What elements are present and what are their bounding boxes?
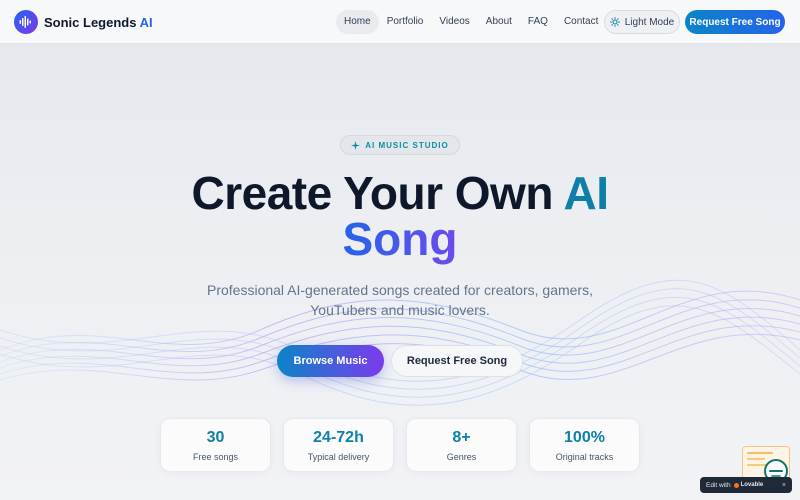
stat-card-genres: 8+ Genres bbox=[406, 418, 517, 472]
stat-label: Free songs bbox=[192, 452, 239, 462]
edit-brand: Lovable bbox=[740, 482, 764, 488]
request-free-song-button[interactable]: Request Free Song bbox=[391, 345, 523, 377]
light-mode-toggle[interactable]: Light Mode bbox=[604, 10, 680, 34]
sparkle-icon bbox=[351, 140, 361, 150]
hero-title-line2: Song bbox=[342, 213, 458, 265]
stat-card-free-songs: 30 Free songs bbox=[160, 418, 271, 472]
stat-label: Typical delivery bbox=[307, 452, 370, 462]
stat-card-delivery: 24-72h Typical delivery bbox=[283, 418, 394, 472]
light-mode-label: Light Mode bbox=[624, 16, 675, 28]
stat-card-original: 100% Original tracks bbox=[529, 418, 640, 472]
ai-music-studio-badge: AI MUSIC STUDIO bbox=[340, 135, 460, 155]
sun-icon bbox=[609, 17, 620, 27]
nav-home[interactable]: Home bbox=[336, 10, 379, 34]
close-icon[interactable]: × bbox=[782, 482, 786, 489]
stat-label: Genres bbox=[446, 452, 477, 462]
nav-about[interactable]: About bbox=[478, 10, 520, 34]
waveform-icon bbox=[14, 10, 38, 34]
brand[interactable]: Sonic Legends AI bbox=[14, 10, 153, 34]
brand-name: Sonic Legends AI bbox=[44, 14, 153, 30]
stat-value: 30 bbox=[206, 429, 225, 446]
edit-with-lovable-badge[interactable]: Edit with Lovable × bbox=[700, 477, 792, 493]
nav-faq[interactable]: FAQ bbox=[520, 10, 556, 34]
site-header: Sonic Legends AI Home Portfolio Videos A… bbox=[0, 0, 800, 44]
badge-label: AI MUSIC STUDIO bbox=[365, 140, 449, 150]
request-free-song-header-button[interactable]: Request Free Song bbox=[685, 10, 785, 34]
nav-portfolio[interactable]: Portfolio bbox=[379, 10, 432, 34]
stat-label: Original tracks bbox=[555, 452, 614, 462]
edit-prefix: Edit with bbox=[706, 481, 731, 489]
stat-value: 100% bbox=[564, 429, 605, 446]
nav-contact[interactable]: Contact bbox=[556, 10, 606, 34]
browse-music-button[interactable]: Browse Music bbox=[277, 345, 384, 377]
main-nav: Home Portfolio Videos About FAQ Contact bbox=[336, 10, 606, 34]
stat-value: 24-72h bbox=[313, 429, 364, 446]
stat-value: 8+ bbox=[452, 429, 471, 446]
hero-subtitle: Professional AI-generated songs created … bbox=[207, 282, 593, 318]
lovable-heart-icon bbox=[733, 482, 739, 488]
nav-videos[interactable]: Videos bbox=[431, 10, 477, 34]
